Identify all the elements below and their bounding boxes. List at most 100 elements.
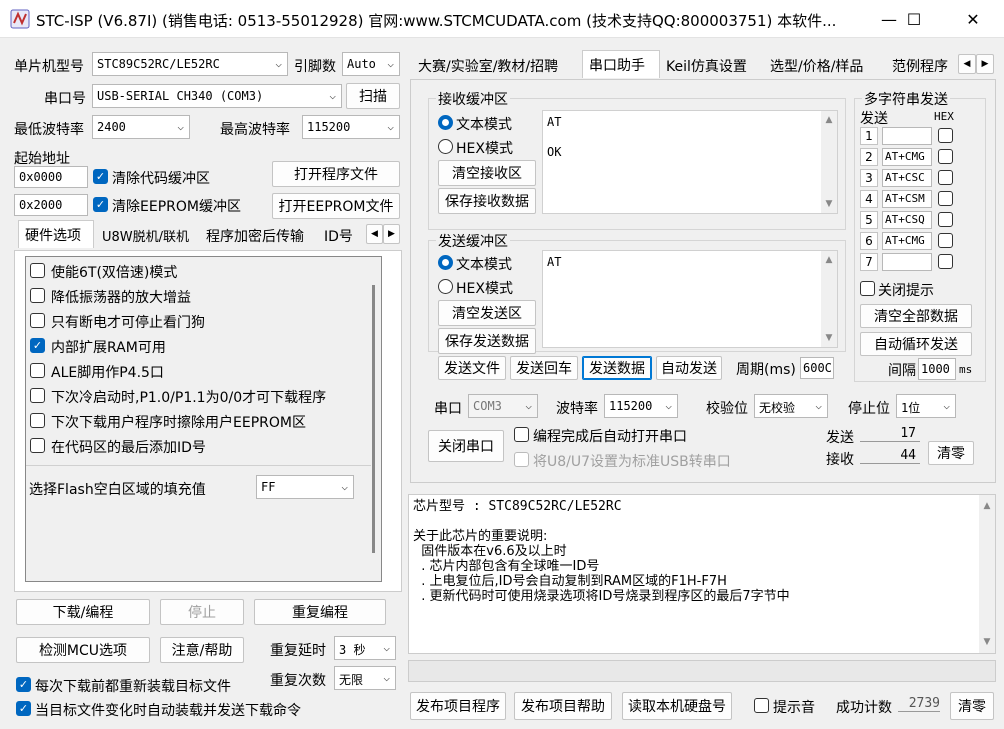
address2-input[interactable]: 0x2000: [14, 194, 88, 216]
mcu-type-select[interactable]: STC89C52RC/LE52RC ⌵: [92, 52, 288, 76]
serial-port-select[interactable]: COM3 ⌵: [468, 394, 538, 418]
open-eeprom-button[interactable]: 打开EEPROM文件: [272, 193, 400, 219]
clear-code-checkbox[interactable]: ✓: [93, 169, 108, 184]
min-baud-select[interactable]: 2400 ⌵: [92, 115, 190, 139]
read-disk-button[interactable]: 读取本机硬盘号: [622, 692, 732, 720]
option-checkbox[interactable]: [30, 313, 45, 328]
info-scrollbar[interactable]: ▲ ▼: [979, 495, 995, 653]
tab-examples[interactable]: 范例程序: [886, 52, 958, 78]
reprogram-button[interactable]: 重复编程: [254, 599, 386, 625]
multi-send-input[interactable]: [882, 127, 932, 145]
option-checkbox[interactable]: ✓: [30, 338, 45, 353]
clear-counts-button[interactable]: 清零: [928, 441, 974, 465]
repeat-delay-select[interactable]: 3 秒 ⌵: [334, 636, 396, 660]
multi-send-hex-checkbox[interactable]: [938, 191, 953, 206]
tab-keil[interactable]: Keil仿真设置: [660, 52, 764, 78]
option-checkbox[interactable]: [30, 413, 45, 428]
receive-scrollbar[interactable]: ▲ ▼: [821, 111, 837, 213]
multi-send-number-button[interactable]: 7: [860, 253, 878, 271]
send-data-button[interactable]: 发送数据: [582, 356, 652, 380]
multi-send-number-button[interactable]: 6: [860, 232, 878, 250]
multi-send-number-button[interactable]: 4: [860, 190, 878, 208]
send-hex-mode-radio[interactable]: [438, 279, 453, 294]
receive-textarea[interactable]: AT OK ▲ ▼: [542, 110, 838, 214]
multi-send-hex-checkbox[interactable]: [938, 149, 953, 164]
maximize-button[interactable]: ☐: [891, 0, 937, 38]
baud-select[interactable]: 115200 ⌵: [604, 394, 678, 418]
tab-id[interactable]: ID号: [318, 222, 366, 248]
multi-send-hex-checkbox[interactable]: [938, 254, 953, 269]
send-text-mode-radio[interactable]: [438, 255, 453, 270]
multi-send-hex-checkbox[interactable]: [938, 170, 953, 185]
save-receive-button[interactable]: 保存接收数据: [438, 188, 536, 214]
send-return-button[interactable]: 发送回车: [510, 356, 578, 380]
multi-send-number-button[interactable]: 2: [860, 148, 878, 166]
multi-send-input[interactable]: [882, 253, 932, 271]
multi-send-input[interactable]: AT+CSM: [882, 190, 932, 208]
options-scrollbar[interactable]: [372, 285, 375, 553]
multi-send-number-button[interactable]: 1: [860, 127, 878, 145]
clear-receive-button[interactable]: 清空接收区: [438, 160, 536, 186]
detect-mcu-button[interactable]: 检测MCU选项: [16, 637, 150, 663]
send-file-button[interactable]: 发送文件: [438, 356, 506, 380]
multi-send-input[interactable]: AT+CSC: [882, 169, 932, 187]
multi-send-number-button[interactable]: 5: [860, 211, 878, 229]
clear-success-button[interactable]: 清零: [950, 692, 994, 720]
clear-send-button[interactable]: 清空发送区: [438, 300, 536, 326]
scan-button[interactable]: 扫描: [346, 83, 400, 109]
scroll-down-icon[interactable]: ▼: [821, 333, 837, 343]
tab-price[interactable]: 选型/价格/样品: [764, 52, 886, 78]
open-program-button[interactable]: 打开程序文件: [272, 161, 400, 187]
option-checkbox[interactable]: [30, 263, 45, 278]
multi-send-hex-checkbox[interactable]: [938, 128, 953, 143]
clear-eeprom-checkbox[interactable]: ✓: [93, 197, 108, 212]
tab-left-icon[interactable]: ◀: [958, 54, 976, 74]
scroll-up-icon[interactable]: ▲: [821, 115, 837, 125]
publish-button[interactable]: 发布项目程序: [410, 692, 506, 720]
tab-contest[interactable]: 大赛/实验室/教材/招聘: [412, 52, 582, 78]
period-input[interactable]: 600C: [800, 357, 834, 379]
scroll-down-icon[interactable]: ▼: [821, 199, 837, 209]
help-button[interactable]: 注意/帮助: [160, 637, 244, 663]
send-textarea[interactable]: AT ▲ ▼: [542, 250, 838, 348]
usb-checkbox[interactable]: [514, 452, 529, 467]
scroll-down-icon[interactable]: ▼: [979, 637, 995, 647]
tab-u8w[interactable]: U8W脱机/联机: [96, 222, 200, 248]
parity-select[interactable]: 无校验 ⌵: [754, 394, 828, 418]
repeat-count-select[interactable]: 无限 ⌵: [334, 666, 396, 690]
download-button[interactable]: 下载/编程: [16, 599, 150, 625]
option-checkbox[interactable]: [30, 288, 45, 303]
close-hint-checkbox[interactable]: [860, 281, 875, 296]
stop-button[interactable]: 停止: [160, 599, 244, 625]
tab-hardware[interactable]: 硬件选项: [18, 220, 94, 248]
publish-help-button[interactable]: 发布项目帮助: [514, 692, 612, 720]
close-button[interactable]: ✕: [950, 0, 996, 38]
sound-checkbox[interactable]: [754, 698, 769, 713]
tab-right-icon[interactable]: ▶: [976, 54, 994, 74]
option-checkbox[interactable]: [30, 363, 45, 378]
fill-select[interactable]: FF ⌵: [256, 475, 354, 499]
clear-all-button[interactable]: 清空全部数据: [860, 304, 972, 328]
auto-loop-button[interactable]: 自动循环发送: [860, 332, 972, 356]
recv-text-mode-radio[interactable]: [438, 115, 453, 130]
reload-checkbox[interactable]: ✓: [16, 677, 31, 692]
auto-open-checkbox[interactable]: [514, 427, 529, 442]
max-baud-select[interactable]: 115200 ⌵: [302, 115, 400, 139]
multi-send-input[interactable]: AT+CMG: [882, 232, 932, 250]
tab-encrypt[interactable]: 程序加密后传输: [200, 222, 318, 248]
auto-send-button[interactable]: 自动发送: [656, 356, 722, 380]
option-checkbox[interactable]: [30, 388, 45, 403]
tab-serial[interactable]: 串口助手: [582, 50, 660, 78]
multi-send-number-button[interactable]: 3: [860, 169, 878, 187]
scroll-up-icon[interactable]: ▲: [979, 501, 995, 511]
multi-send-input[interactable]: AT+CMG: [882, 148, 932, 166]
tab-left-icon[interactable]: ◀: [366, 224, 383, 244]
send-scrollbar[interactable]: ▲ ▼: [821, 251, 837, 347]
address1-input[interactable]: 0x0000: [14, 166, 88, 188]
multi-send-hex-checkbox[interactable]: [938, 233, 953, 248]
tab-right-icon[interactable]: ▶: [383, 224, 400, 244]
autoload-checkbox[interactable]: ✓: [16, 701, 31, 716]
interval-input[interactable]: 1000: [918, 358, 956, 380]
recv-hex-mode-radio[interactable]: [438, 139, 453, 154]
pins-select[interactable]: Auto ⌵: [342, 52, 400, 76]
